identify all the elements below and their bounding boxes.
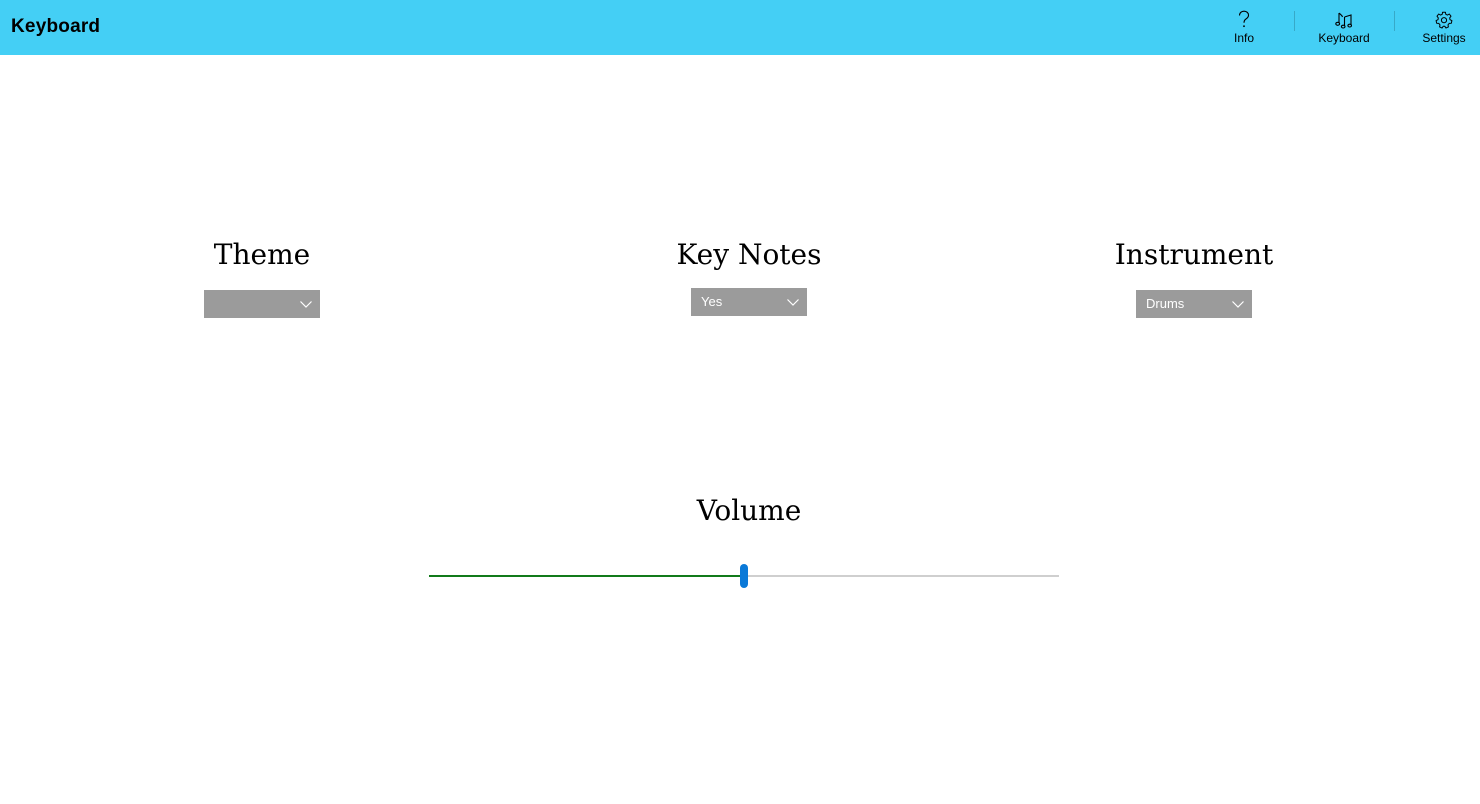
instrument-dropdown[interactable]: Drums <box>1136 290 1252 318</box>
gear-icon <box>1433 9 1455 31</box>
instrument-heading: Instrument <box>1114 238 1274 271</box>
question-icon <box>1233 9 1255 31</box>
volume-heading: Volume <box>696 494 802 527</box>
key-notes-dropdown[interactable]: Yes <box>691 288 807 316</box>
volume-slider-thumb[interactable] <box>740 564 748 588</box>
nav-settings-label: Settings <box>1422 31 1466 45</box>
key-notes-selected-value: Yes <box>701 294 723 309</box>
volume-slider-fill <box>429 575 744 577</box>
nav-info-label: Info <box>1233 31 1254 45</box>
nav-settings-button[interactable]: Settings <box>1394 0 1480 55</box>
chevron-down-icon <box>787 299 799 306</box>
music-note-icon <box>1333 9 1355 31</box>
top-app-bar: Keyboard Info Keyboard Settings <box>0 0 1480 55</box>
theme-dropdown[interactable] <box>204 290 320 318</box>
app-title: Keyboard <box>11 16 101 37</box>
chevron-down-icon <box>1232 301 1244 308</box>
chevron-down-icon <box>300 301 312 308</box>
nav-info-button[interactable]: Info <box>1194 0 1294 55</box>
instrument-selected-value: Drums <box>1146 296 1185 311</box>
key-notes-heading: Key Notes <box>676 238 822 271</box>
theme-heading: Theme <box>213 238 311 271</box>
volume-slider[interactable] <box>429 560 1059 592</box>
nav-keyboard-button[interactable]: Keyboard <box>1294 0 1394 55</box>
nav-keyboard-label: Keyboard <box>1318 31 1370 45</box>
